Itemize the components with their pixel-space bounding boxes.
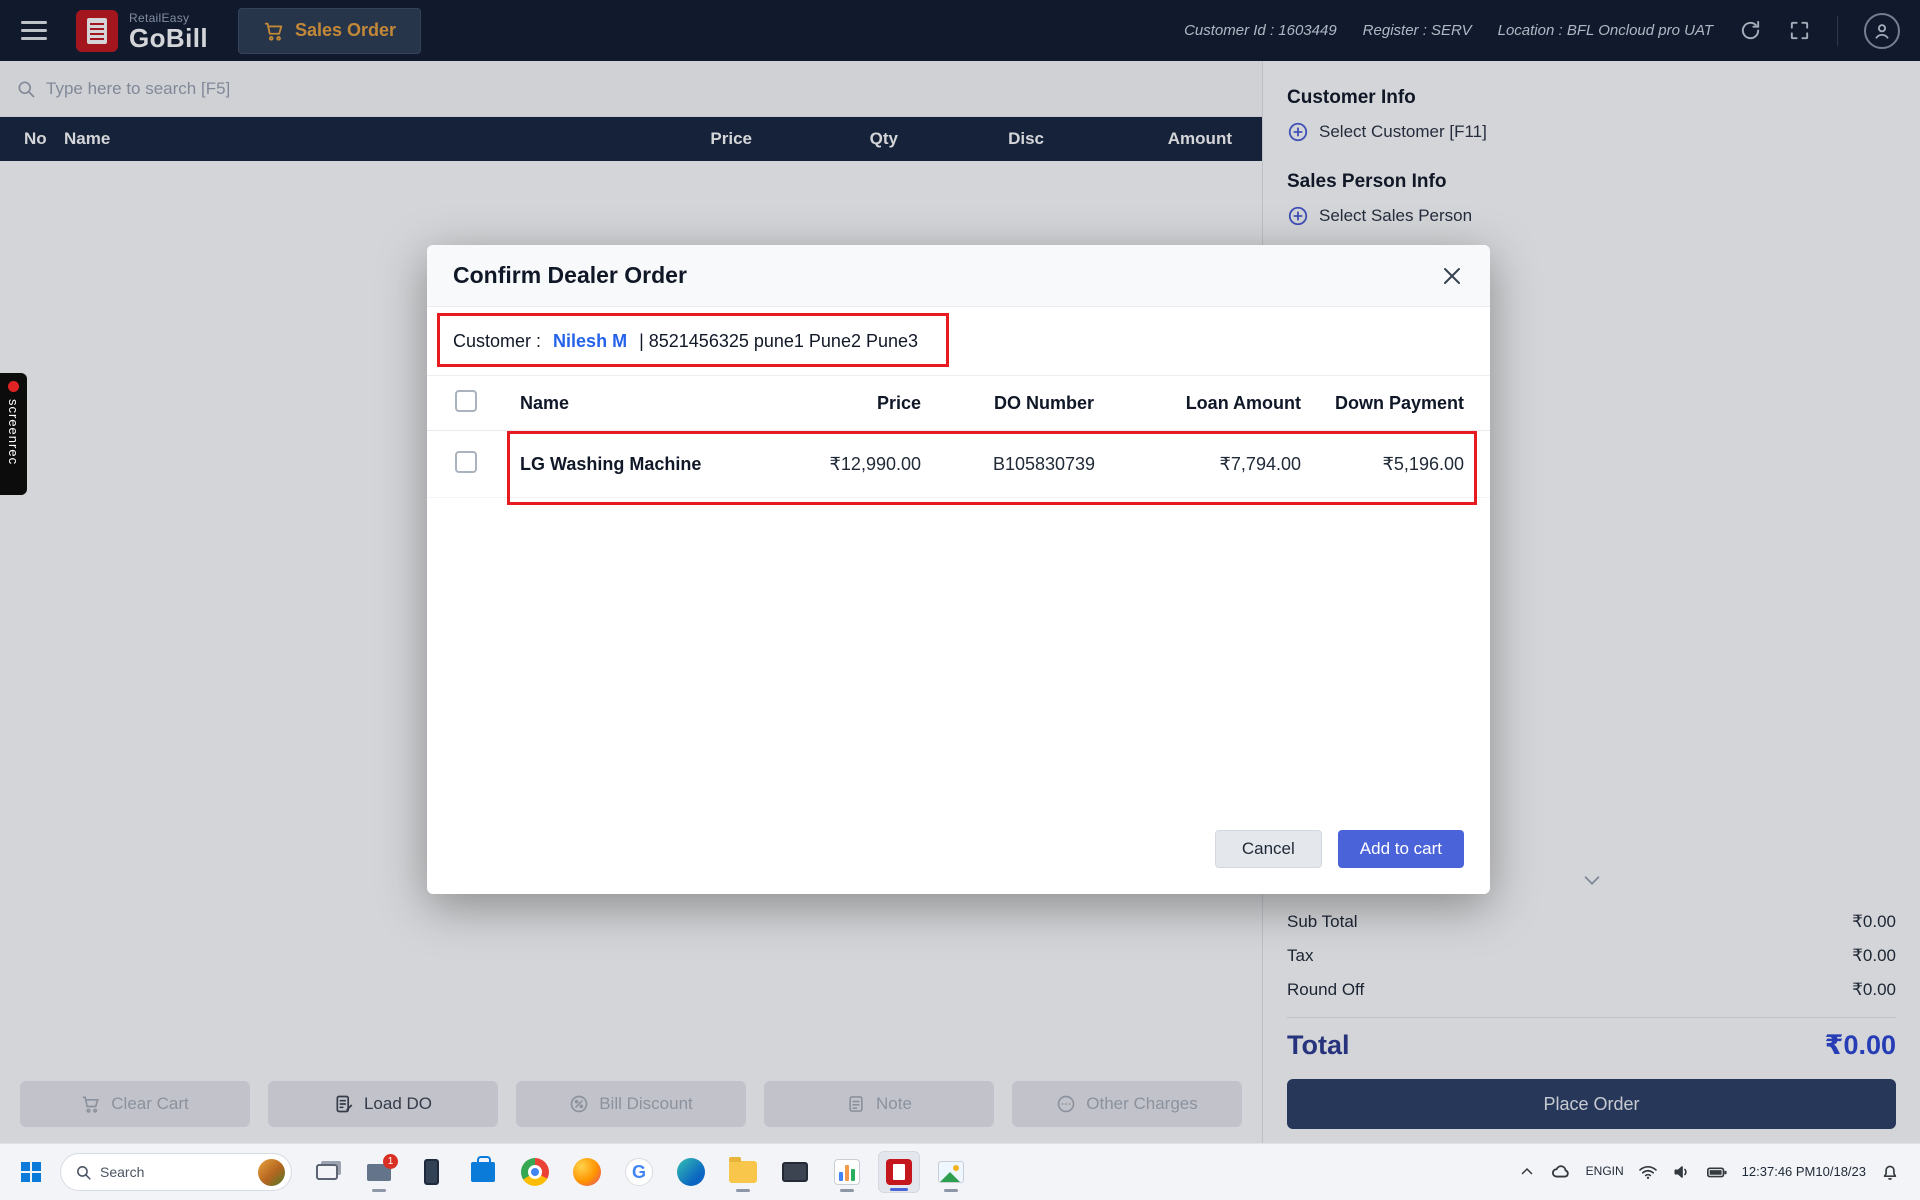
chevron-up-icon[interactable] — [1518, 1163, 1536, 1181]
customer-name-link[interactable]: Nilesh M — [553, 331, 627, 351]
photos-app-icon[interactable] — [930, 1151, 972, 1193]
row-do-number: B105830739 — [929, 454, 1159, 475]
taskbar-time: 12:37:46 PM — [1742, 1164, 1816, 1181]
modal-col-down-payment: Down Payment — [1309, 393, 1490, 414]
screenrec-widget[interactable]: screenrec — [0, 373, 27, 495]
row-down-payment: ₹5,196.00 — [1309, 454, 1490, 475]
edge-icon[interactable] — [670, 1151, 712, 1193]
gobill-app-icon[interactable] — [878, 1151, 920, 1193]
language-line1: ENG — [1586, 1165, 1612, 1179]
chrome-icon[interactable] — [514, 1151, 556, 1193]
close-icon[interactable] — [1440, 264, 1464, 288]
microsoft-store-icon[interactable] — [462, 1151, 504, 1193]
modal-title: Confirm Dealer Order — [453, 262, 687, 289]
taskbar-clock[interactable]: 12:37:46 PM 10/18/23 — [1742, 1164, 1866, 1181]
firefox-icon[interactable] — [566, 1151, 608, 1193]
row-loan-amount: ₹7,794.00 — [1159, 454, 1309, 475]
modal-footer: Cancel Add to cart — [427, 830, 1490, 894]
notification-badge: 1 — [383, 1154, 398, 1169]
search-highlight-image — [258, 1159, 285, 1186]
google-app-icon[interactable]: G — [618, 1151, 660, 1193]
row-price: ₹12,990.00 — [739, 454, 929, 475]
record-dot-icon — [8, 381, 19, 392]
dealer-order-row[interactable]: LG Washing Machine ₹12,990.00 B105830739… — [427, 431, 1490, 498]
modal-col-loan-amount: Loan Amount — [1159, 393, 1309, 414]
cancel-button[interactable]: Cancel — [1215, 830, 1322, 868]
chart-app-icon[interactable] — [826, 1151, 868, 1193]
monitor-app-icon[interactable] — [774, 1151, 816, 1193]
confirm-dealer-order-modal: Confirm Dealer Order Customer : Nilesh M… — [427, 245, 1490, 894]
onedrive-cloud-icon[interactable] — [1550, 1161, 1572, 1183]
volume-icon[interactable] — [1672, 1162, 1692, 1182]
row-item-name: LG Washing Machine — [499, 454, 739, 475]
modal-col-price: Price — [739, 393, 929, 414]
row-checkbox[interactable] — [455, 451, 477, 473]
language-indicator[interactable]: ENG IN — [1586, 1165, 1624, 1179]
modal-col-do-number: DO Number — [929, 393, 1159, 414]
add-to-cart-button[interactable]: Add to cart — [1338, 830, 1464, 868]
language-line2: IN — [1612, 1165, 1624, 1179]
screenrec-label: screenrec — [6, 399, 21, 465]
customer-prefix: Customer : — [453, 331, 541, 351]
search-icon — [75, 1164, 92, 1181]
windows-taskbar: Search 1 G ENG IN — [0, 1143, 1920, 1200]
battery-icon[interactable] — [1706, 1161, 1728, 1183]
taskbar-apps: 1 G — [306, 1151, 972, 1193]
modal-header: Confirm Dealer Order — [427, 245, 1490, 307]
modal-col-name: Name — [499, 393, 739, 414]
modal-table-header: Name Price DO Number Loan Amount Down Pa… — [427, 376, 1490, 431]
taskbar-search-label: Search — [100, 1164, 144, 1180]
customer-details: | 8521456325 pune1 Pune2 Pune3 — [639, 331, 918, 351]
system-tray: ENG IN 12:37:46 PM 10/18/23 — [1518, 1161, 1910, 1183]
wifi-icon[interactable] — [1638, 1162, 1658, 1182]
bell-icon[interactable] — [1880, 1162, 1900, 1182]
task-view-icon[interactable] — [306, 1151, 348, 1193]
windows-start-icon[interactable] — [10, 1151, 52, 1193]
taskbar-date: 10/18/23 — [1815, 1164, 1866, 1181]
modal-customer-line: Customer : Nilesh M | 8521456325 pune1 P… — [427, 307, 1490, 376]
phone-link-icon[interactable] — [410, 1151, 452, 1193]
file-explorer-icon[interactable] — [722, 1151, 764, 1193]
taskbar-search[interactable]: Search — [60, 1153, 292, 1191]
mail-app-icon[interactable]: 1 — [358, 1151, 400, 1193]
select-all-checkbox[interactable] — [455, 390, 477, 412]
